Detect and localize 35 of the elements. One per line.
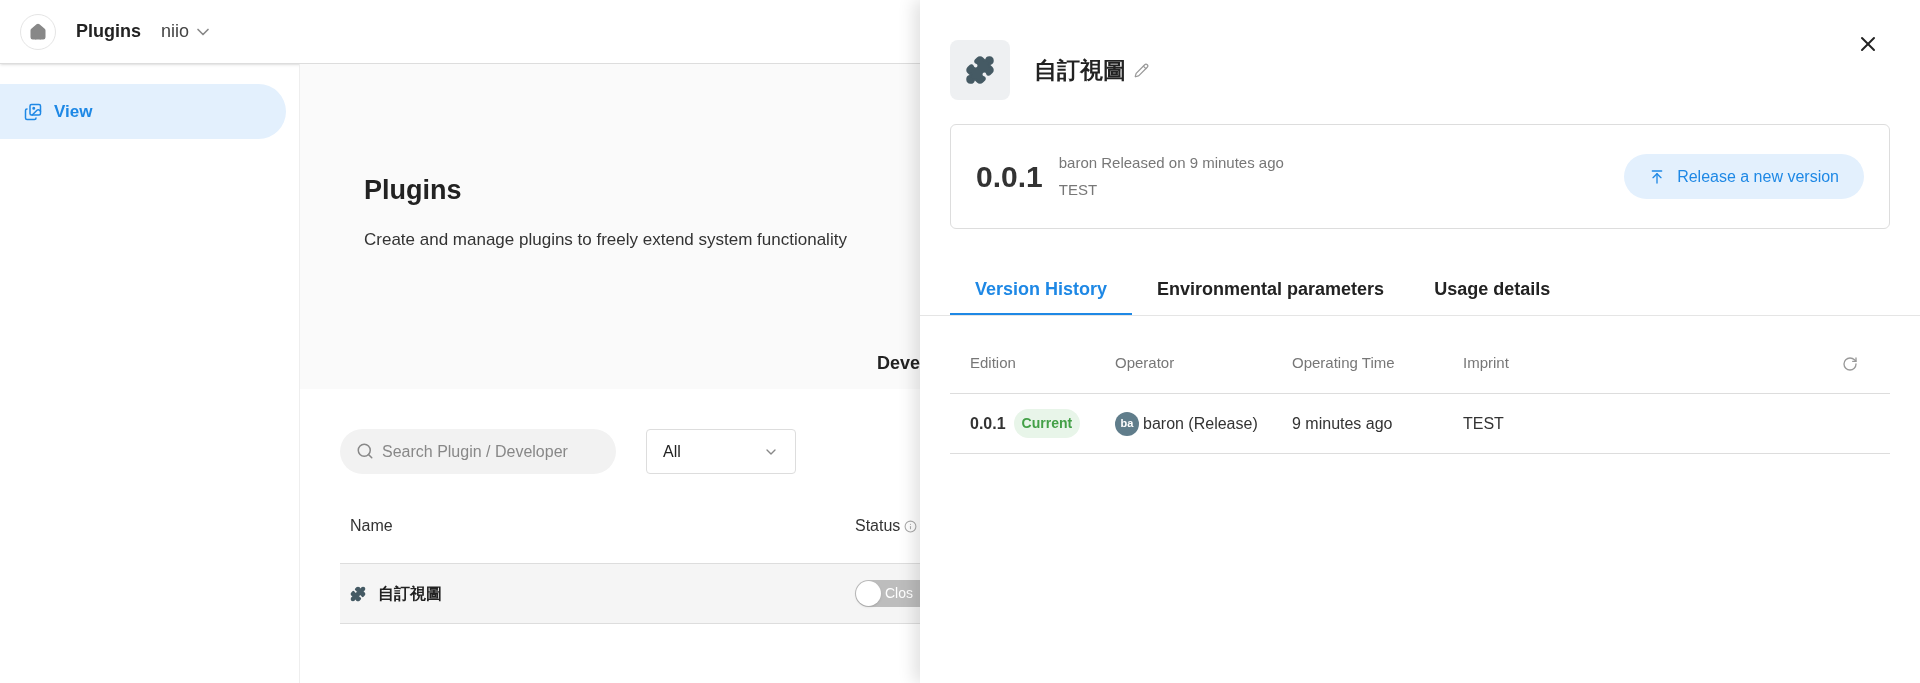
current-badge: Current <box>1013 409 1081 438</box>
version-number: 0.0.1 <box>976 159 1043 195</box>
column-header: Edition <box>970 354 1016 372</box>
edition-number: 0.0.1 <box>970 413 1006 434</box>
workspace-dropdown[interactable]: niio <box>161 18 214 45</box>
info-icon <box>904 519 918 533</box>
hero-title: Plugins <box>364 174 463 207</box>
column-header: Status <box>855 516 901 536</box>
column-header: Imprint <box>1463 354 1509 372</box>
drawer-tab[interactable]: Usage details <box>1409 265 1576 315</box>
column-header: Operating Time <box>1292 354 1395 372</box>
plugin-name: 自訂視圖 <box>378 583 442 604</box>
filter-dropdown[interactable]: All <box>646 429 796 474</box>
puzzle-icon <box>350 585 366 602</box>
table-row[interactable]: 自訂視圖 Clos <box>340 564 920 624</box>
release-note: TEST <box>1058 179 1099 200</box>
search-icon <box>356 442 374 460</box>
release-info: baron Released on 9 minutes ago <box>1058 153 1284 173</box>
operating-time: 9 minutes ago <box>1292 414 1393 432</box>
drawer-tab[interactable]: Environmental parameters <box>1132 265 1410 315</box>
puzzle-icon <box>965 55 995 85</box>
column-header: Name <box>349 516 394 536</box>
section-tab[interactable]: Deve <box>876 350 920 377</box>
page-title: Plugins <box>76 20 141 43</box>
imprint-text: TEST <box>1463 414 1504 432</box>
hero-description: Create and manage plugins to freely extend system functionality <box>364 228 848 251</box>
search-field[interactable]: Search Plugin / Developer <box>340 429 616 474</box>
home-icon <box>29 22 47 41</box>
refresh-icon <box>1842 355 1858 372</box>
drawer-tab[interactable]: Version History <box>950 265 1133 315</box>
avatar: ba <box>1115 411 1139 436</box>
edit-icon <box>1134 62 1149 78</box>
operator-name: baron (Release) <box>1143 413 1258 434</box>
plugin-title: 自訂視圖 <box>1034 55 1126 85</box>
column-header: Operator <box>1115 354 1175 372</box>
